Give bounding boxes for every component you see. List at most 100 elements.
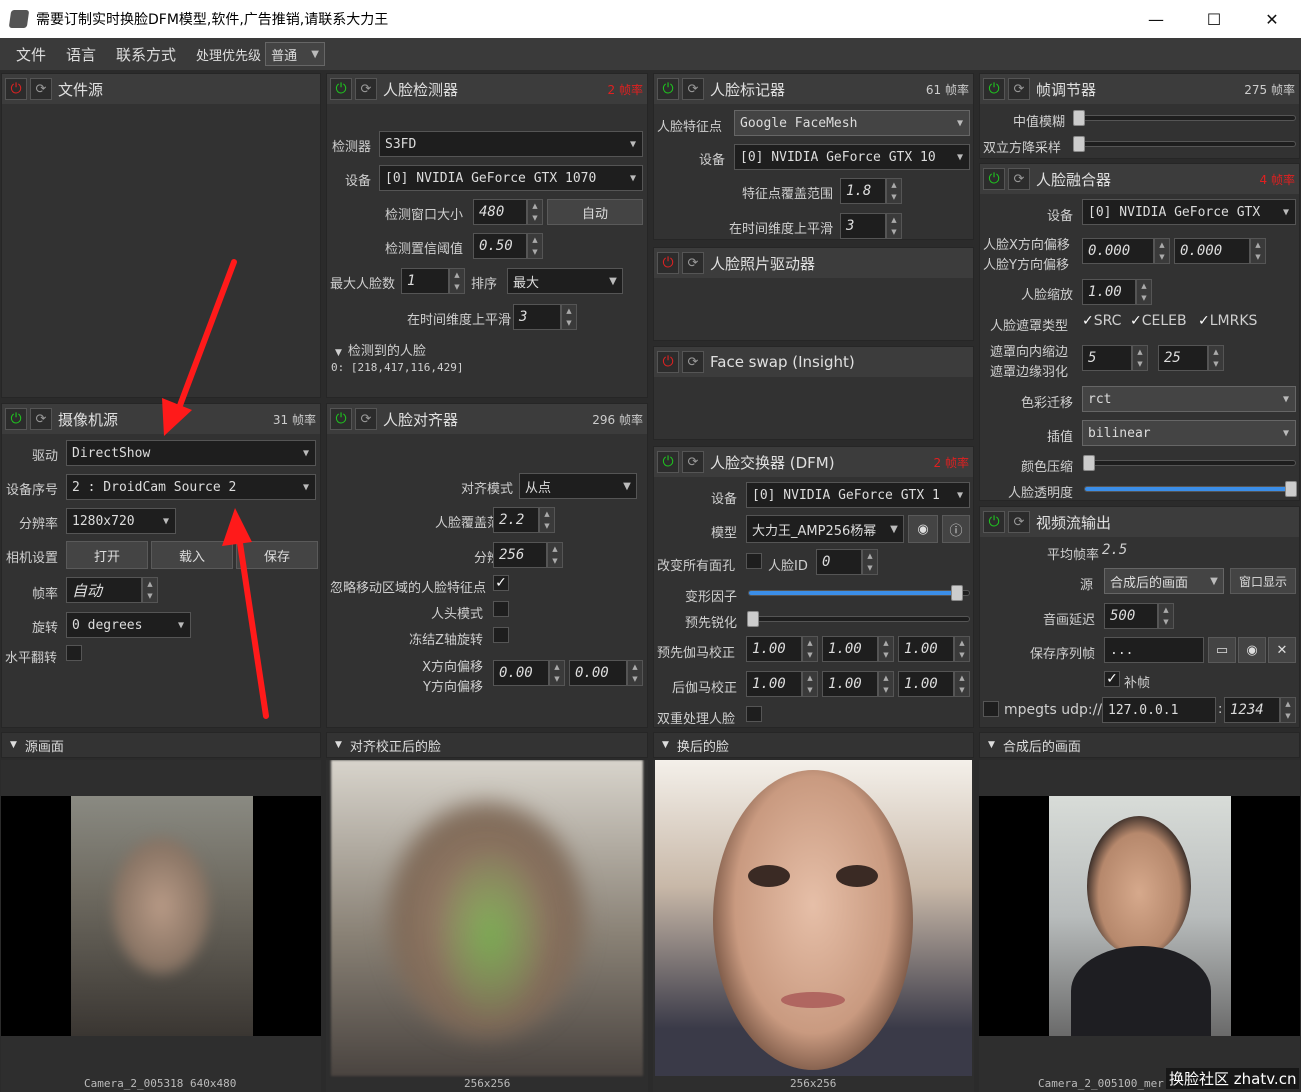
stepper-icon[interactable]: ▲ ▼ [802,671,818,697]
align-mode-select[interactable]: 从点 ▼ [519,473,637,499]
reset-icon[interactable]: ⟳ [682,451,704,473]
stepper-icon[interactable]: ▲ ▼ [1250,238,1266,264]
reset-icon[interactable]: ⟳ [1008,511,1030,533]
swapped-view-header[interactable]: ▼ 换后的脸 [653,732,974,758]
stepper-icon[interactable]: ▲ ▼ [527,199,543,225]
flip-checkbox[interactable] [66,645,82,661]
stepper-icon[interactable]: ▲ ▼ [1158,603,1174,629]
postgamma-b-spinner[interactable]: 1.00 ▲ ▼ [898,671,970,697]
eye-icon[interactable]: ◉ [1238,637,1266,663]
device-select[interactable]: [0] NVIDIA GeForce GTX ▼ [1082,199,1296,225]
interpolation-select[interactable]: bilinear ▼ [1082,420,1296,446]
save-path-input[interactable]: ... [1104,637,1204,663]
bicubic-slider[interactable] [1073,136,1296,152]
landmarks-select[interactable]: Google FaceMesh ▼ [734,110,970,136]
freeze-z-checkbox[interactable] [493,627,509,643]
presharp-slider[interactable] [747,611,970,627]
detector-select[interactable]: S3FD ▼ [379,131,643,157]
power-icon[interactable]: ⏻ [657,351,679,373]
stepper-icon[interactable]: ▲ ▼ [886,178,902,204]
device-select[interactable]: 2 : DroidCam Source 2 ▼ [66,474,316,500]
mask-src-option[interactable]: ✓SRC [1082,313,1121,329]
reset-icon[interactable]: ⟳ [30,78,52,100]
reset-icon[interactable]: ⟳ [355,408,377,430]
smooth-spinner[interactable]: 3 ▲ ▼ [513,304,577,330]
rotate-select[interactable]: 0 degrees ▼ [66,612,191,638]
power-icon[interactable]: ⏻ [5,78,27,100]
stepper-icon[interactable]: ▲ ▼ [954,636,970,662]
stepper-icon[interactable]: ▲ ▼ [1154,238,1170,264]
stepper-icon[interactable]: ▲ ▼ [547,542,563,568]
info-icon[interactable]: ⓘ [942,515,970,543]
power-icon[interactable]: ⏻ [983,168,1005,190]
pregamma-r-spinner[interactable]: 1.00 ▲ ▼ [746,636,818,662]
face-id-spinner[interactable]: 0 ▲ ▼ [816,549,878,575]
stepper-icon[interactable]: ▲ ▼ [1132,345,1148,371]
model-select[interactable]: 大力王_AMP256杨幂 ▼ [746,515,904,543]
morph-handle[interactable] [951,585,963,601]
stepper-icon[interactable]: ▲ ▼ [1136,279,1152,305]
reset-icon[interactable]: ⟳ [30,408,52,430]
fps-spinner[interactable]: 自动 ▲ ▼ [66,577,158,603]
stepper-icon[interactable]: ▲ ▼ [527,233,543,259]
range-spinner[interactable]: 1.8 ▲ ▼ [840,178,902,204]
minimize-button[interactable]: — [1127,0,1185,38]
mask-erode-spinner[interactable]: 5 ▲ ▼ [1082,345,1148,371]
stepper-icon[interactable]: ▲ ▼ [954,671,970,697]
face-x-offset-spinner[interactable]: 0.000 ▲ ▼ [1082,238,1170,264]
menu-language[interactable]: 语言 [56,44,106,65]
mask-celeb-option[interactable]: ✓CELEB [1130,313,1187,329]
postgamma-g-spinner[interactable]: 1.00 ▲ ▼ [822,671,894,697]
auto-button[interactable]: 自动 [547,199,643,225]
source-select[interactable]: 合成后的画面 ▼ [1104,568,1224,594]
av-delay-spinner[interactable]: 500 ▲ ▼ [1104,603,1174,629]
x-offset-spinner[interactable]: 0.00 ▲ ▼ [493,660,565,686]
power-icon[interactable]: ⏻ [5,408,27,430]
color-transfer-select[interactable]: rct ▼ [1082,386,1296,412]
swap-all-checkbox[interactable] [746,553,762,569]
color-compress-handle[interactable] [1083,455,1095,471]
power-icon[interactable]: ⏻ [983,78,1005,100]
stepper-icon[interactable]: ▲ ▼ [627,660,643,686]
stepper-icon[interactable]: ▲ ▼ [878,671,894,697]
close-button[interactable]: ✕ [1243,0,1301,38]
color-compress-slider[interactable] [1083,455,1296,471]
power-icon[interactable]: ⏻ [657,451,679,473]
stepper-icon[interactable]: ▲ ▼ [1280,697,1296,723]
stepper-icon[interactable]: ▲ ▼ [886,213,902,239]
driver-select[interactable]: DirectShow ▼ [66,440,316,466]
power-icon[interactable]: ⏻ [330,408,352,430]
stepper-icon[interactable]: ▲ ▼ [142,577,158,603]
menu-contact[interactable]: 联系方式 [106,44,186,65]
reset-icon[interactable]: ⟳ [1008,78,1030,100]
eye-icon[interactable]: ◉ [908,515,938,543]
coverage-spinner[interactable]: 2.2 ▲ ▼ [493,507,555,533]
threshold-spinner[interactable]: 0.50 ▲ ▼ [473,233,543,259]
power-icon[interactable]: ⏻ [657,252,679,274]
median-blur-slider[interactable] [1073,110,1296,126]
power-icon[interactable]: ⏻ [657,78,679,100]
opacity-handle[interactable] [1285,481,1297,497]
head-mode-checkbox[interactable] [493,601,509,617]
median-blur-handle[interactable] [1073,110,1085,126]
maximize-button[interactable]: ☐ [1185,0,1243,38]
power-icon[interactable]: ⏻ [330,78,352,100]
mask-blur-spinner[interactable]: 25 ▲ ▼ [1158,345,1224,371]
stepper-icon[interactable]: ▲ ▼ [802,636,818,662]
presharp-handle[interactable] [747,611,759,627]
y-offset-spinner[interactable]: 0.00 ▲ ▼ [569,660,643,686]
reset-icon[interactable]: ⟳ [355,78,377,100]
device-select[interactable]: [0] NVIDIA GeForce GTX 10 ▼ [734,144,970,170]
dual-process-checkbox[interactable] [746,706,762,722]
ignore-moving-checkbox[interactable]: ✓ [493,575,509,591]
aligner-resolution-spinner[interactable]: 256 ▲ ▼ [493,542,563,568]
stepper-icon[interactable]: ▲ ▼ [1208,345,1224,371]
device-select[interactable]: [0] NVIDIA GeForce GTX 1 ▼ [746,482,970,508]
max-faces-spinner[interactable]: 1 ▲ ▼ [401,268,465,294]
aligned-view-header[interactable]: ▼ 对齐校正后的脸 [326,732,648,758]
smooth-spinner[interactable]: 3 ▲ ▼ [840,213,902,239]
mpegts-checkbox[interactable] [983,701,999,717]
morph-slider[interactable] [748,585,970,601]
fill-frames-checkbox[interactable]: ✓ [1104,671,1120,687]
window-show-button[interactable]: 窗口显示 [1230,568,1296,594]
